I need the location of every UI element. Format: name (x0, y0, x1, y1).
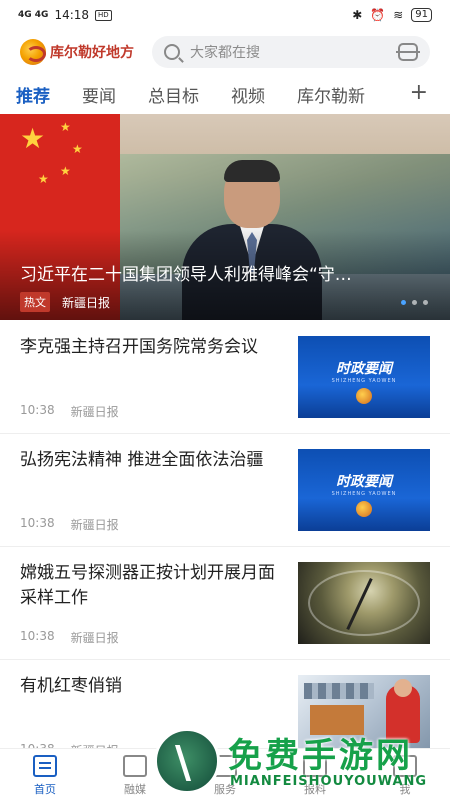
signal-indicator: 4G 4G (18, 9, 49, 20)
news-thumbnail[interactable]: 时政要闻 SHIZHENG YAOWEN (298, 449, 430, 531)
flag-star-icon: ★ (72, 142, 83, 156)
logo-text: 库尔勒好地方 (50, 45, 134, 61)
status-bar: 4G 4G 14:18 HD ✱ ⏰ ≋ 91 (0, 0, 450, 30)
search-bar[interactable]: 大家都在搜 (152, 36, 430, 68)
news-source: 新疆日报 (70, 631, 119, 645)
news-meta: 10:38 新疆日报 (20, 403, 119, 420)
hero-title[interactable]: 习近平在二十国集团领导人利雅得峰会“守… (20, 260, 424, 285)
search-placeholder: 大家都在搜 (190, 45, 260, 61)
search-icon (164, 44, 180, 60)
news-meta: 10:38 新疆日报 (20, 516, 119, 533)
nav-home[interactable]: 首页 (0, 749, 90, 800)
thumbnail-subtitle: SHIZHENG YAOWEN (331, 378, 397, 384)
media-icon (123, 755, 147, 777)
app-header: 库尔勒好地方 大家都在搜 (0, 30, 450, 74)
emblem-icon (356, 501, 372, 517)
hero-meta: 热文 新疆日报 (20, 292, 110, 312)
news-title[interactable]: 嫦娥五号探测器正按计划开展月面采样工作 (20, 561, 282, 611)
flag-star-icon: ★ (20, 122, 46, 155)
carousel-dot (401, 300, 406, 305)
carousel-indicator (401, 300, 428, 305)
battery-indicator: 91 (411, 8, 432, 22)
tab-korla-news[interactable]: 库尔勒新 (297, 82, 365, 107)
flag-star-icon: ★ (60, 120, 71, 134)
home-icon (33, 755, 57, 777)
hot-badge: 热文 (20, 292, 50, 312)
news-meta: 10:38 新疆日报 (20, 629, 119, 646)
news-title[interactable]: 李克强主持召开国务院常务会议 (20, 335, 282, 360)
news-time: 10:38 (20, 516, 55, 530)
hero-source: 新疆日报 (62, 295, 111, 310)
hd-icon: HD (95, 9, 112, 21)
flag-star-icon: ★ (38, 172, 49, 186)
news-title[interactable]: 弘扬宪法精神 推进全面依法治疆 (20, 448, 282, 473)
watermark-subtext: MIANFEISHOUYOUWANG (230, 774, 428, 789)
nav-label: 首页 (34, 783, 56, 796)
news-time: 10:38 (20, 403, 55, 417)
carousel-dot (412, 300, 417, 305)
category-tabs: 推荐 要闻 总目标 视频 库尔勒新 + (0, 74, 450, 114)
bluetooth-icon: ✱ (352, 8, 363, 22)
scan-icon[interactable] (396, 43, 420, 61)
tab-general-goal[interactable]: 总目标 (148, 82, 199, 107)
news-source: 新疆日报 (70, 518, 119, 532)
watermark-logo-icon (154, 728, 220, 794)
news-title[interactable]: 有机红枣俏销 (20, 674, 282, 699)
add-tab-icon[interactable]: + (410, 80, 428, 105)
wifi-icon: ≋ (393, 8, 404, 22)
news-source: 新疆日报 (70, 405, 119, 419)
logo-icon (20, 39, 46, 65)
alarm-icon: ⏰ (370, 8, 386, 22)
nav-label: 融媒 (124, 783, 146, 796)
news-time: 10:38 (20, 629, 55, 643)
watermark: 免费手游网 MIANFEISHOUYOUWANG (150, 726, 450, 800)
news-item[interactable]: 李克强主持召开国务院常务会议 10:38 新疆日报 时政要闻 SHIZHENG … (0, 321, 450, 434)
tab-news[interactable]: 要闻 (82, 82, 116, 107)
app-logo[interactable]: 库尔勒好地方 (20, 39, 134, 65)
news-thumbnail[interactable]: 时政要闻 SHIZHENG YAOWEN (298, 336, 430, 418)
tab-video[interactable]: 视频 (231, 82, 265, 107)
status-time: 14:18 (54, 8, 90, 22)
news-item[interactable]: 弘扬宪法精神 推进全面依法治疆 10:38 新疆日报 时政要闻 SHIZHENG… (0, 434, 450, 547)
emblem-icon (356, 388, 372, 404)
thumbnail-title: 时政要闻 (336, 474, 392, 490)
thumbnail-title: 时政要闻 (336, 361, 392, 377)
thumbnail-subtitle: SHIZHENG YAOWEN (331, 491, 397, 497)
carousel-dot (423, 300, 428, 305)
news-item[interactable]: 嫦娥五号探测器正按计划开展月面采样工作 10:38 新疆日报 (0, 547, 450, 660)
news-thumbnail[interactable] (298, 562, 430, 644)
flag-star-icon: ★ (60, 164, 71, 178)
tab-recommend[interactable]: 推荐 (16, 82, 50, 107)
hero-banner[interactable]: ★ ★ ★ ★ ★ 习近平在二十国集团领导人利雅得峰会“守… 热文 新疆日报 (0, 114, 450, 320)
watermark-text: 免费手游网 (228, 736, 413, 776)
